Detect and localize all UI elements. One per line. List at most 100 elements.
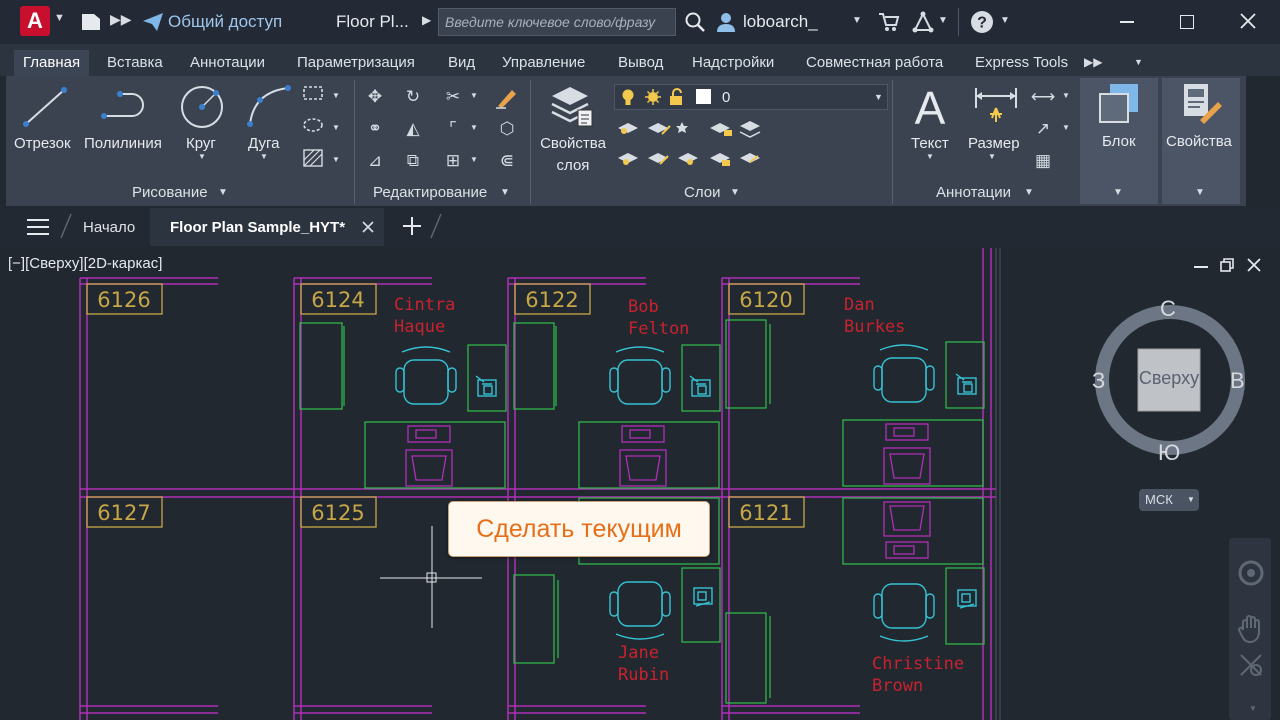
table-icon[interactable]: ▦ [1030,148,1056,174]
occupant-first-name[interactable]: Dan [844,295,875,315]
tab-home[interactable]: Главная [14,50,90,76]
occupant-first-name[interactable]: Christine [872,654,964,674]
viewport-controls-label[interactable]: [−][Сверху][2D-каркас] [8,255,162,272]
tab-parametric[interactable]: Параметризация [288,50,424,76]
occupant-last-name[interactable]: Haque [394,317,445,337]
room-number[interactable]: 6124 [311,288,364,312]
arc-button-label[interactable]: Дуга [248,135,279,152]
annotation-panel-title[interactable]: Аннотации [936,184,1011,201]
copy-icon[interactable]: ⚭ [362,116,388,142]
minimize-icon[interactable] [1120,21,1134,23]
offset-icon[interactable]: ⋐ [494,148,520,174]
dimension-icon[interactable] [972,84,1020,130]
rectangle-dropdown-icon[interactable]: ▼ [332,91,340,100]
layers-panel-expand-icon[interactable]: ▼ [730,187,740,198]
dimension-dropdown-icon[interactable]: ▼ [988,152,996,161]
maximize-icon[interactable] [1180,15,1194,29]
rectangle-icon[interactable] [300,84,326,110]
fillet-dropdown-icon[interactable]: ▼ [470,123,478,132]
polyline-icon[interactable] [100,88,152,124]
dimension-button-label[interactable]: Размер [968,135,1020,152]
explode-icon[interactable]: ⬡ [494,116,520,142]
text-dropdown-icon[interactable]: ▼ [926,152,934,161]
occupant-first-name[interactable]: Bob [628,297,659,317]
stretch-icon[interactable]: ⊿ [362,148,388,174]
draw-panel-expand-icon[interactable]: ▼ [218,187,228,198]
home-file-tab[interactable]: Начало [83,219,135,236]
mirror-icon[interactable]: ◭ [400,116,426,142]
room-number[interactable]: 6121 [739,501,792,525]
search-box[interactable] [438,8,676,36]
tab-manage[interactable]: Управление [493,50,594,76]
close-icon[interactable] [1240,13,1256,29]
text-icon[interactable]: A [910,82,950,134]
search-icon[interactable] [684,11,706,33]
compass-east[interactable]: В [1230,368,1245,394]
viewcube-top-face[interactable]: Сверху [1138,368,1200,389]
steering-wheel-icon[interactable] [1238,560,1264,586]
more-tabs-icon[interactable]: ▶▶ [1084,55,1102,69]
polyline-button-label[interactable]: Полилиния [84,135,162,152]
rotate-icon[interactable]: ↻ [400,84,426,110]
array-icon[interactable]: ⊞ [440,148,466,174]
move-icon[interactable]: ✥ [362,84,388,110]
line-icon[interactable] [20,84,70,130]
hamburger-menu-icon[interactable] [26,218,50,236]
tab-output[interactable]: Вывод [609,50,672,76]
zoom-dropdown-icon[interactable]: ▼ [1249,704,1257,713]
room-number[interactable]: 6127 [97,501,150,525]
compass-south[interactable]: Ю [1158,440,1180,466]
occupant-first-name[interactable]: Cintra [394,295,455,315]
arc-icon[interactable] [244,84,292,130]
pan-icon[interactable] [1238,614,1264,644]
leader-dropdown-icon[interactable]: ▼ [1062,123,1070,132]
leader-icon[interactable]: ↗ [1030,116,1056,142]
user-icon[interactable] [716,11,736,33]
room-number[interactable]: 6125 [311,501,364,525]
close-tab-icon[interactable] [362,220,374,233]
occupant-last-name[interactable]: Brown [872,676,923,696]
line-button-label[interactable]: Отрезок [14,135,71,152]
compass-north[interactable]: С [1160,296,1176,322]
layers-panel-title[interactable]: Слои [684,184,720,201]
layer-properties-label[interactable]: Свойства [538,135,608,152]
circle-dropdown-icon[interactable]: ▼ [198,152,206,161]
share-button[interactable]: Общий доступ [168,12,282,32]
trim-icon[interactable]: ✂ [440,84,466,110]
tab-express-tools[interactable]: Express Tools [966,50,1077,76]
title-expand-icon[interactable]: ▶ [422,13,431,27]
trim-dropdown-icon[interactable]: ▼ [470,91,478,100]
layer-tools-icons[interactable] [616,116,776,170]
erase-icon[interactable] [494,86,520,110]
drawing-viewport[interactable]: 6126 6124 6122 6120 6127 6125 6121 Cintr… [6,248,1010,720]
properties-expand-icon[interactable]: ▼ [1195,187,1205,198]
connect-icon[interactable] [912,11,934,33]
compass-west[interactable]: З [1092,368,1105,394]
help-icon[interactable]: ? [970,10,994,34]
hatch-dropdown-icon[interactable]: ▼ [332,155,340,164]
block-expand-icon[interactable]: ▼ [1113,187,1123,198]
text-button-label[interactable]: Текст [911,135,949,152]
tab-collaborate[interactable]: Совместная работа [797,50,952,76]
user-name[interactable]: loboarch_ [743,12,818,32]
viewport-close-icon[interactable] [1247,258,1261,272]
save-icon[interactable] [80,12,102,32]
occupant-last-name[interactable]: Felton [628,319,689,339]
tab-insert[interactable]: Вставка [98,50,172,76]
occupant-first-name[interactable]: Jane [618,643,659,663]
user-dropdown-icon[interactable]: ▼ [852,15,862,26]
arc-dropdown-icon[interactable]: ▼ [260,152,268,161]
array-dropdown-icon[interactable]: ▼ [470,155,478,164]
ucs-dropdown-icon[interactable]: ▼ [1187,495,1195,504]
search-input[interactable] [439,9,675,35]
share-icon[interactable] [142,12,164,32]
fillet-icon[interactable]: ⌜ [440,116,466,142]
new-tab-icon[interactable] [402,216,422,236]
scale-icon[interactable]: ⧉ [400,148,426,174]
connect-dropdown-icon[interactable]: ▼ [938,15,948,26]
circle-icon[interactable] [178,84,226,130]
tab-annotate[interactable]: Аннотации [181,50,274,76]
tab-addins[interactable]: Надстройки [683,50,783,76]
active-file-tab-label[interactable]: Floor Plan Sample_HYT* [170,219,345,236]
layer-dropdown-chevron-icon[interactable]: ▼ [874,92,883,102]
